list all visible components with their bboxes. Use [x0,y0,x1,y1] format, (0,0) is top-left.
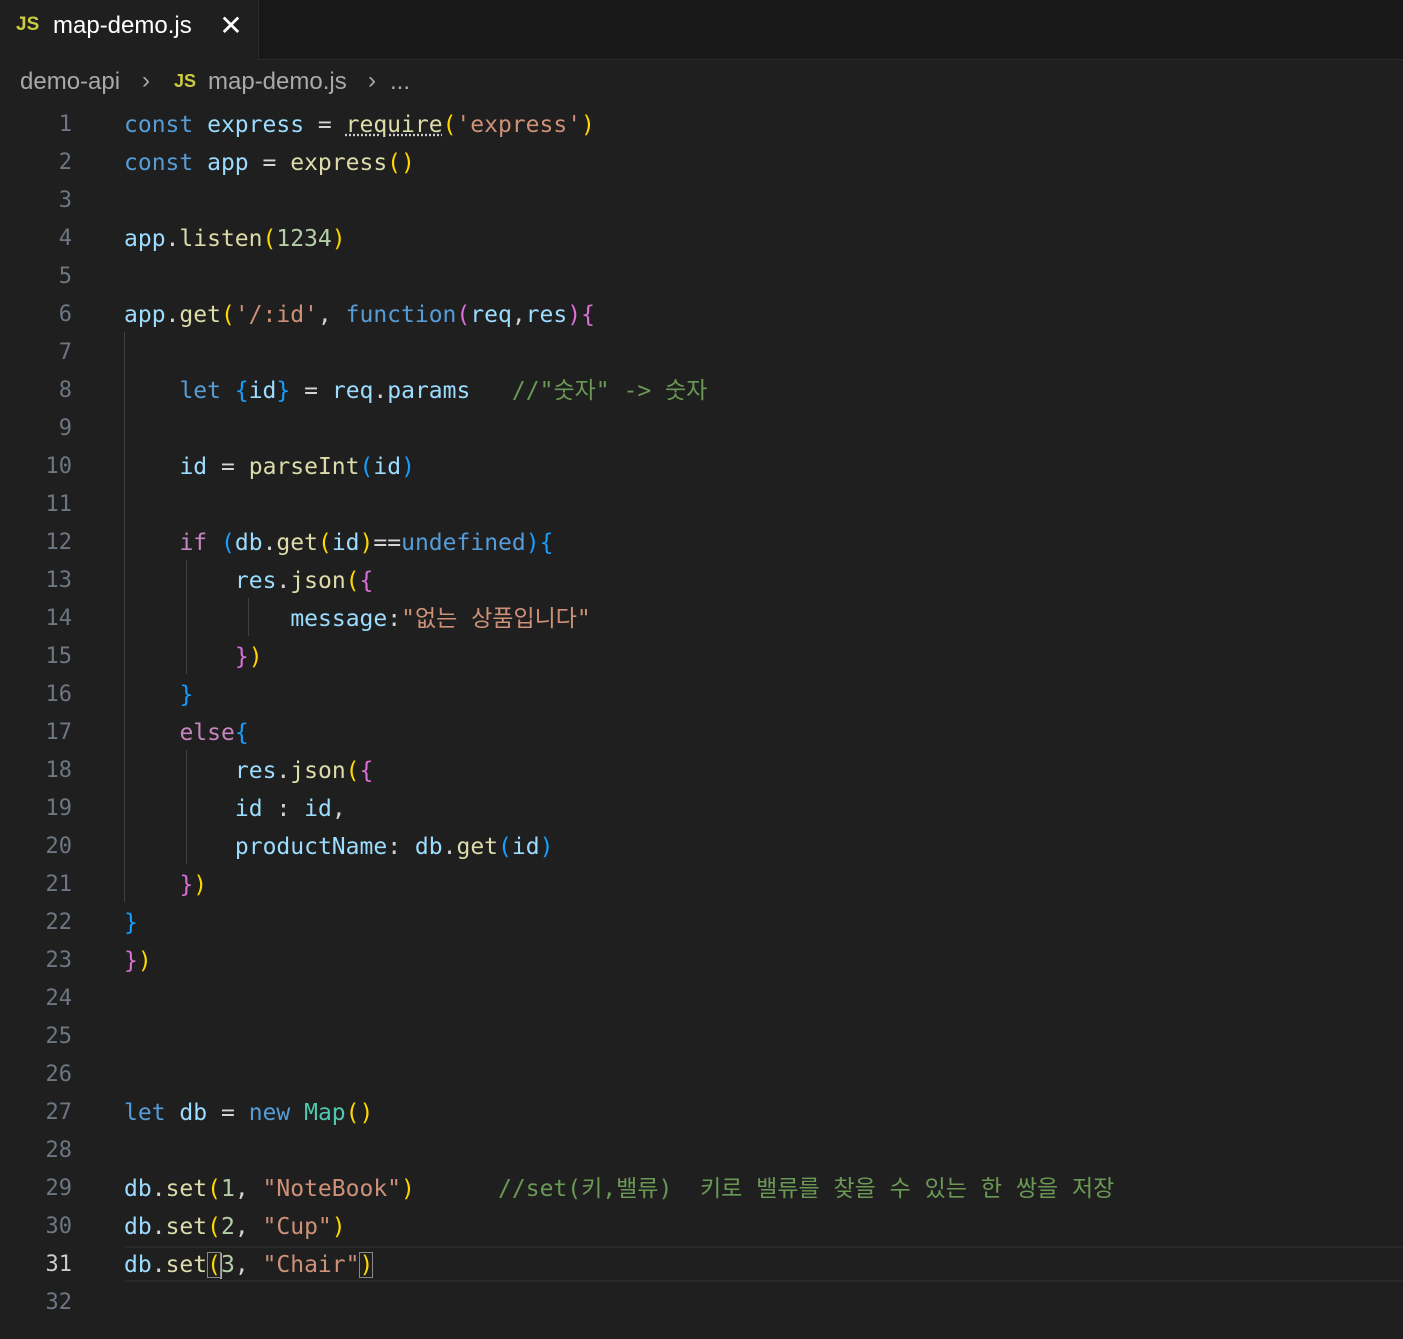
code-line[interactable]: } [124,904,138,942]
line-number: 29 [45,1176,73,1201]
code-line[interactable]: let {id} = req.params //"숫자" -> 숫자 [124,372,707,410]
line-number: 13 [45,568,73,593]
line-number: 15 [45,644,73,669]
line-number: 8 [58,378,72,403]
code-line[interactable]: productName: db.get(id) [124,828,554,866]
line-number: 26 [45,1062,73,1087]
code-editor[interactable]: 1 2 3 4 5 6 7 8 9 10 11 12 13 14 15 16 1… [0,106,1403,1339]
code-line[interactable]: message:"없는 상품입니다" [124,600,590,638]
line-number: 32 [45,1290,73,1315]
line-number: 24 [45,986,73,1011]
breadcrumb-more[interactable]: ... [390,68,410,96]
line-number: 14 [45,606,73,631]
line-number: 20 [45,834,73,859]
line-number: 23 [45,948,73,973]
code-line[interactable]: } [124,676,193,714]
line-number: 28 [45,1138,73,1163]
code-line[interactable]: }) [124,638,263,676]
line-number: 2 [58,150,72,175]
code-line[interactable]: db.set(1, "NoteBook") //set(키,밸류) 키로 밸류를… [124,1170,1114,1208]
code-line[interactable]: db.set(3, "Chair") [124,1246,374,1284]
line-number: 22 [45,910,73,935]
line-number: 3 [58,188,72,213]
chevron-right-icon: › [368,67,376,94]
code-line[interactable]: const app = express() [124,144,415,182]
line-number: 25 [45,1024,73,1049]
line-number: 10 [45,454,73,479]
code-line[interactable]: app.listen(1234) [124,220,346,258]
javascript-file-icon: JS [16,14,40,35]
close-icon[interactable]: ✕ [218,9,244,42]
code-line[interactable]: const express = require('express') [124,106,595,144]
editor-tab-bar: JS map-demo.js ✕ [0,0,1403,60]
tab-map-demo-js[interactable]: JS map-demo.js ✕ [0,0,259,60]
line-number: 4 [58,226,72,251]
line-number: 17 [45,720,73,745]
code-line[interactable]: }) [124,942,152,980]
code-line[interactable]: res.json({ [124,562,374,600]
line-number: 1 [58,112,72,137]
code-line[interactable]: else{ [124,714,248,752]
line-number: 11 [45,492,73,517]
line-number: 19 [45,796,73,821]
line-number: 18 [45,758,73,783]
line-number: 16 [45,682,73,707]
breadcrumb-file[interactable]: map-demo.js [208,68,347,96]
code-line[interactable]: id : id, [124,790,346,828]
line-number: 12 [45,530,73,555]
line-number: 9 [58,416,72,441]
breadcrumb-folder[interactable]: demo-api [20,68,120,96]
tab-title: map-demo.js [53,12,192,39]
line-number: 7 [58,340,72,365]
line-number: 6 [58,302,72,327]
code-line[interactable]: let db = new Map() [124,1094,373,1132]
code-line[interactable]: if (db.get(id)==undefined){ [124,524,553,562]
code-line[interactable]: }) [124,866,207,904]
code-line[interactable]: id = parseInt(id) [124,448,414,486]
code-line[interactable]: db.set(2, "Cup") [124,1208,346,1246]
code-line[interactable]: res.json({ [124,752,374,790]
javascript-file-icon: JS [174,71,197,91]
chevron-right-icon: › [142,67,150,94]
line-number-active: 31 [45,1252,73,1277]
line-number: 5 [58,264,72,289]
code-line[interactable]: app.get('/:id', function(req,res){ [124,296,595,334]
line-number: 21 [45,872,73,897]
line-number: 27 [45,1100,73,1125]
line-number: 30 [45,1214,73,1239]
